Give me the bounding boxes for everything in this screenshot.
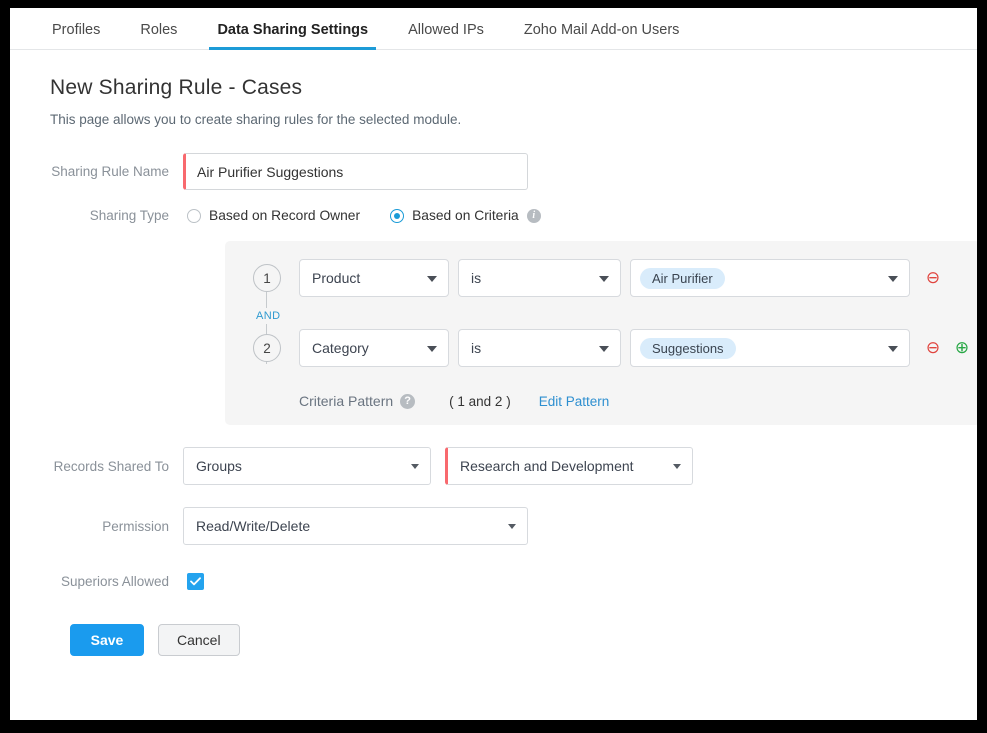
sharing-type-label: Sharing Type <box>40 208 183 223</box>
criteria-index-2: 2 <box>253 334 281 362</box>
records-shared-to-label: Records Shared To <box>40 459 183 474</box>
tab-roles[interactable]: Roles <box>120 23 197 50</box>
permission-row: Permission Read/Write/Delete <box>40 507 947 545</box>
criteria-panel: 1 AND Product is Air Purifier ⊖ 2 <box>225 241 977 425</box>
tab-data-sharing-settings[interactable]: Data Sharing Settings <box>197 23 388 50</box>
tab-allowed-ips[interactable]: Allowed IPs <box>388 23 504 50</box>
radio-based-on-record-owner[interactable]: Based on Record Owner <box>187 208 360 223</box>
criteria-value-chip: Air Purifier <box>640 268 725 289</box>
superiors-allowed-checkbox[interactable] <box>187 573 204 590</box>
sharing-rule-name-input[interactable] <box>183 153 528 190</box>
app-window: Profiles Roles Data Sharing Settings All… <box>10 8 977 720</box>
tab-zoho-mail-addon-users[interactable]: Zoho Mail Add-on Users <box>504 23 700 50</box>
tab-label: Profiles <box>52 22 100 38</box>
criteria-value-select-2[interactable]: Suggestions <box>630 329 910 367</box>
records-shared-to-target-select[interactable]: Research and Development <box>445 447 693 485</box>
plus-circle-icon[interactable]: ⊕ <box>952 338 972 358</box>
cancel-button[interactable]: Cancel <box>158 624 240 656</box>
tab-list: Profiles Roles Data Sharing Settings All… <box>10 8 977 49</box>
criteria-field-select-1[interactable]: Product <box>299 259 449 297</box>
criteria-condition-value: is <box>471 270 481 286</box>
criteria-value-select-1[interactable]: Air Purifier <box>630 259 910 297</box>
tab-label: Roles <box>140 22 177 38</box>
edit-pattern-link[interactable]: Edit Pattern <box>539 394 610 409</box>
sharing-type-radio-group: Based on Record Owner Based on Criteria … <box>183 208 541 223</box>
minus-circle-icon[interactable]: ⊖ <box>923 338 943 358</box>
criteria-index-1: 1 <box>253 264 281 292</box>
records-shared-to-type-select[interactable]: Groups <box>183 447 431 485</box>
radio-icon[interactable] <box>187 209 201 223</box>
page-subtitle: This page allows you to create sharing r… <box>50 112 947 127</box>
criteria-field-select-2[interactable]: Category <box>299 329 449 367</box>
tab-bar: Profiles Roles Data Sharing Settings All… <box>10 8 977 50</box>
permission-label: Permission <box>40 519 183 534</box>
radio-based-on-criteria[interactable]: Based on Criteria i <box>390 208 541 223</box>
permission-select[interactable]: Read/Write/Delete <box>183 507 528 545</box>
radio-icon-selected[interactable] <box>390 209 404 223</box>
tab-label: Zoho Mail Add-on Users <box>524 22 680 38</box>
records-shared-to-type-value: Groups <box>196 458 242 474</box>
criteria-field-value: Product <box>312 270 360 286</box>
superiors-allowed-label: Superiors Allowed <box>40 574 183 589</box>
superiors-allowed-row: Superiors Allowed <box>40 573 947 590</box>
criteria-pattern-value: ( 1 and 2 ) <box>449 394 511 409</box>
check-icon <box>190 577 201 586</box>
criteria-pattern-row: Criteria Pattern ? ( 1 and 2 ) Edit Patt… <box>225 393 977 409</box>
criteria-pattern-label: Criteria Pattern <box>299 393 393 409</box>
minus-circle-icon[interactable]: ⊖ <box>923 268 943 288</box>
sharing-type-row: Sharing Type Based on Record Owner Based… <box>40 208 947 223</box>
criteria-condition-select-2[interactable]: is <box>458 329 621 367</box>
permission-value: Read/Write/Delete <box>196 518 310 534</box>
page-title: New Sharing Rule - Cases <box>50 76 947 100</box>
radio-label: Based on Criteria <box>412 208 519 223</box>
info-icon[interactable]: i <box>527 209 541 223</box>
criteria-logic-and[interactable]: AND <box>253 308 283 324</box>
radio-label: Based on Record Owner <box>209 208 360 223</box>
sharing-rule-name-row: Sharing Rule Name <box>40 153 947 190</box>
page-content: New Sharing Rule - Cases This page allow… <box>10 50 977 656</box>
help-icon[interactable]: ? <box>400 394 415 409</box>
tab-label: Allowed IPs <box>408 22 484 38</box>
save-button[interactable]: Save <box>70 624 144 656</box>
records-shared-to-target-value: Research and Development <box>460 458 634 474</box>
sharing-rule-name-label: Sharing Rule Name <box>40 164 183 179</box>
records-shared-to-row: Records Shared To Groups Research and De… <box>40 447 947 485</box>
criteria-row-1: 1 AND Product is Air Purifier ⊖ <box>225 259 977 297</box>
criteria-field-value: Category <box>312 340 369 356</box>
criteria-condition-value: is <box>471 340 481 356</box>
criteria-condition-select-1[interactable]: is <box>458 259 621 297</box>
criteria-value-chip: Suggestions <box>640 338 736 359</box>
criteria-index-wrap-2: 2 <box>253 334 299 362</box>
criteria-index-wrap-1: 1 AND <box>253 264 299 292</box>
criteria-row-2: 2 Category is Suggestions ⊖ ⊕ <box>225 329 977 367</box>
tab-label: Data Sharing Settings <box>217 22 368 38</box>
form-actions: Save Cancel <box>70 624 947 656</box>
tab-profiles[interactable]: Profiles <box>32 23 120 50</box>
